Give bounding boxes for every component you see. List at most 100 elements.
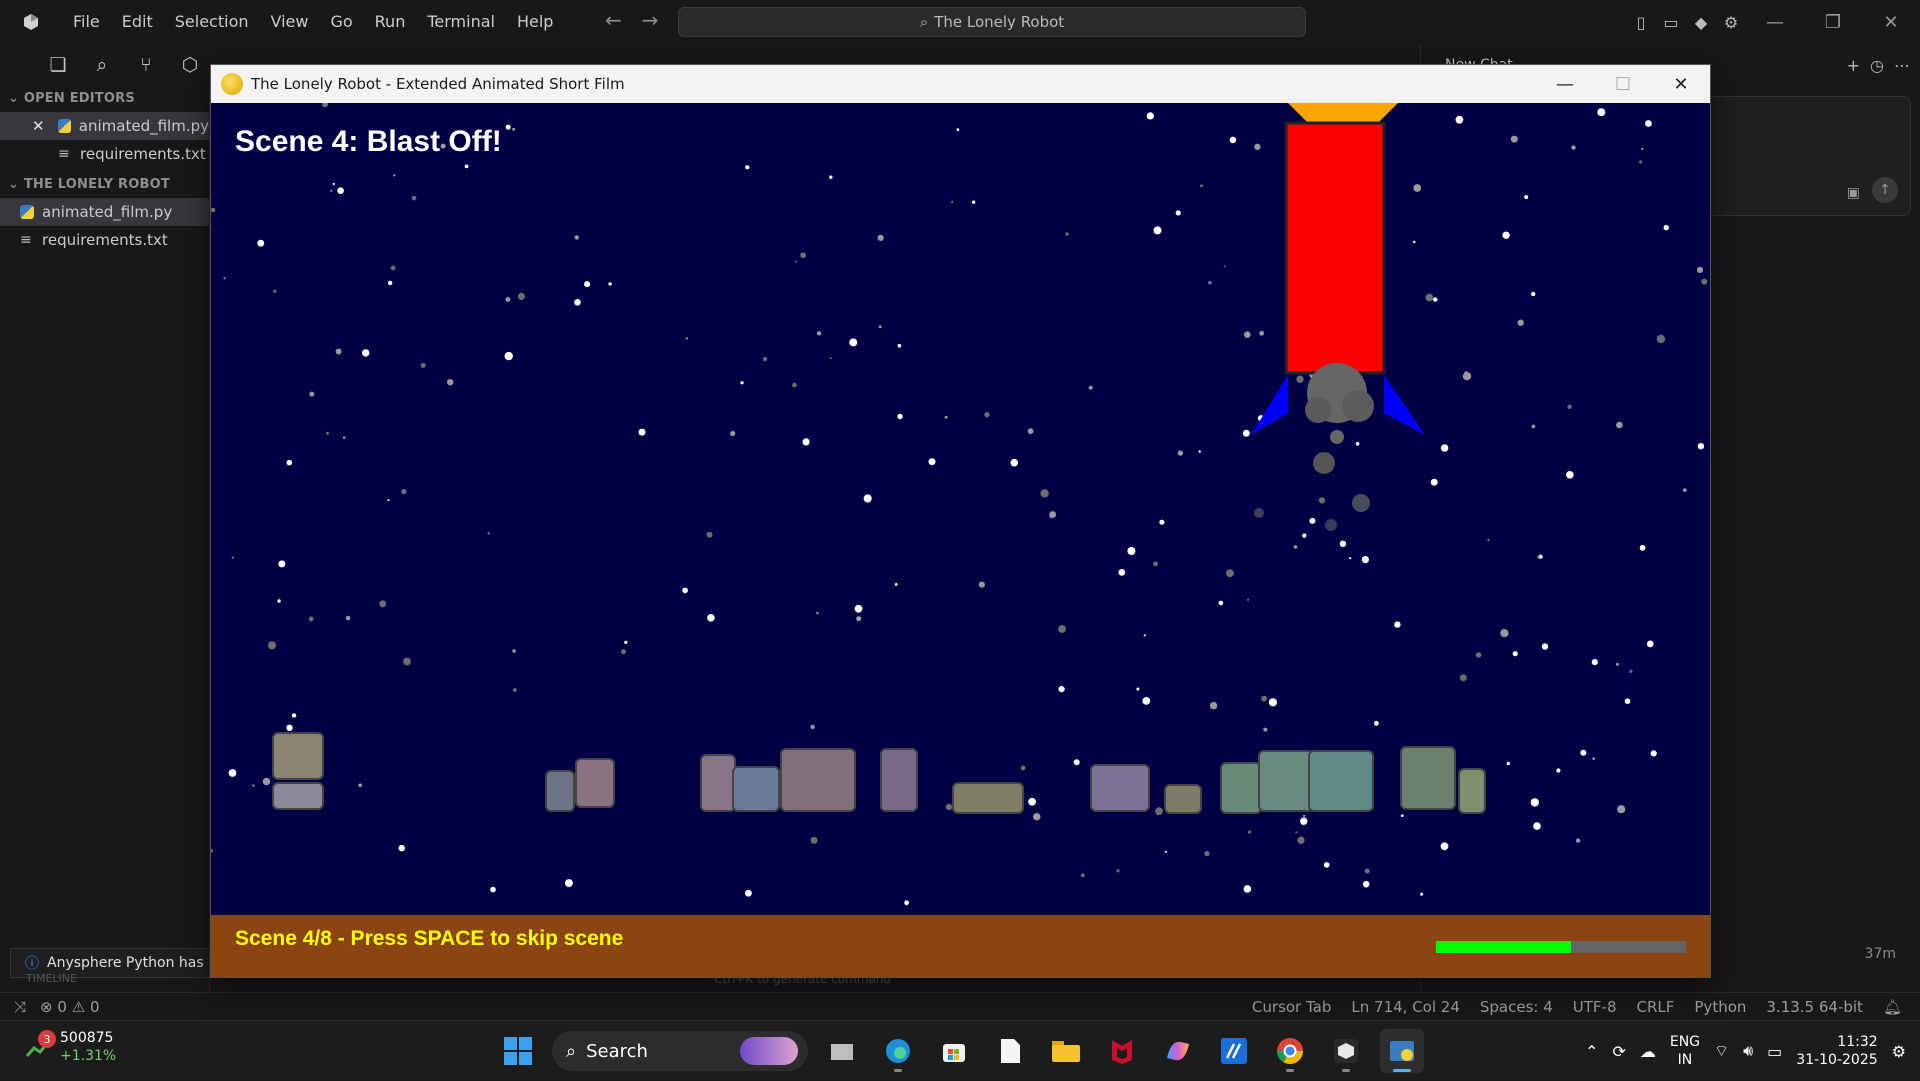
source-control-icon[interactable]: ⑂	[134, 53, 158, 77]
stock-trend-icon: 3	[25, 1030, 56, 1058]
file-tree-item[interactable]: animated_film.py	[0, 198, 209, 226]
edge-icon[interactable]	[876, 1029, 920, 1073]
star	[877, 234, 884, 241]
ide-minimize-icon[interactable]: —	[1746, 0, 1804, 44]
extensions-icon[interactable]: ⬡	[178, 53, 202, 77]
stock-widget[interactable]: 3 500875 +1.31%	[25, 1029, 116, 1065]
cursor-logo-icon[interactable]	[0, 0, 62, 44]
close-icon[interactable]: ✕	[1652, 65, 1710, 103]
volume-icon[interactable]: 🔊︎	[1743, 1041, 1753, 1061]
star	[252, 784, 255, 787]
chrome-icon[interactable]	[1268, 1029, 1312, 1073]
mcafee-icon[interactable]	[1100, 1029, 1144, 1073]
image-attach-icon[interactable]: ▣	[1847, 185, 1860, 201]
menu-run[interactable]: Run	[364, 0, 417, 44]
agent-cube-icon[interactable]: ◆	[1686, 7, 1716, 37]
input-language[interactable]: ENG IN	[1670, 1033, 1700, 1069]
task-view-icon[interactable]	[820, 1029, 864, 1073]
send-arrow-icon[interactable]: ↑	[1872, 177, 1898, 203]
status-encoding[interactable]: UTF-8	[1573, 998, 1617, 1016]
tray-overflow-chevron-icon[interactable]: ⌃	[1585, 1042, 1598, 1061]
star	[1209, 701, 1218, 710]
maximize-icon[interactable]: ☐	[1594, 65, 1652, 103]
star	[1127, 547, 1136, 555]
info-icon: ⓘ	[25, 956, 39, 972]
chat-more-icon[interactable]: ⋯	[1894, 56, 1910, 75]
explorer-sidebar: ⌄ OPEN EDITORS ✕ animated_film.py ≡ requ…	[0, 86, 210, 1006]
star	[1524, 195, 1529, 200]
remote-icon[interactable]: ⤨	[14, 998, 26, 1016]
cursor-app-icon[interactable]	[1324, 1029, 1368, 1073]
copilot-icon[interactable]	[1156, 1029, 1200, 1073]
settings-gear-icon[interactable]: ⚙	[1716, 7, 1746, 37]
menu-file[interactable]: File	[62, 0, 111, 44]
open-editor-item[interactable]: ✕ animated_film.py	[0, 112, 209, 140]
star	[1641, 147, 1644, 151]
command-center[interactable]: ⌕ The Lonely Robot	[678, 7, 1306, 37]
explorer-icon[interactable]: ❏	[46, 53, 70, 77]
star	[1028, 797, 1036, 806]
star	[379, 600, 387, 608]
exhaust-puff	[1342, 390, 1374, 422]
onedrive-cloud-icon[interactable]: ☁	[1640, 1042, 1656, 1061]
store-icon[interactable]	[932, 1029, 976, 1073]
windows-start-icon[interactable]	[496, 1029, 540, 1073]
star	[944, 415, 948, 419]
star	[1510, 135, 1518, 143]
file-tree-filename: animated_film.py	[42, 203, 173, 221]
search-view-icon[interactable]: ⌕	[90, 53, 114, 77]
new-chat-plus-icon[interactable]: +	[1847, 56, 1860, 75]
notifications-bell-icon[interactable]: 🔔︎	[1883, 998, 1902, 1016]
file-explorer-icon[interactable]	[1044, 1029, 1088, 1073]
notification-center-icon[interactable]: ⚙	[1892, 1042, 1906, 1061]
star	[278, 560, 286, 568]
status-interpreter[interactable]: 3.13.5 64-bit	[1766, 998, 1863, 1016]
menu-edit[interactable]: Edit	[111, 0, 164, 44]
menu-terminal[interactable]: Terminal	[416, 0, 506, 44]
problems-indicator[interactable]: ⊗ 0 ⚠ 0	[40, 998, 99, 1016]
notepad-icon[interactable]	[988, 1029, 1032, 1073]
menu-view[interactable]: View	[260, 0, 320, 44]
star	[1425, 293, 1434, 302]
menu-help[interactable]: Help	[506, 0, 564, 44]
smoke-puff	[1330, 430, 1344, 444]
status-eol[interactable]: CRLF	[1637, 998, 1675, 1016]
timeline-section-title[interactable]: TIMELINE	[26, 972, 77, 985]
battery-icon[interactable]: ▭	[1767, 1042, 1782, 1061]
taskbar-search-box[interactable]: ⌕ Search	[552, 1031, 808, 1071]
star	[1556, 768, 1561, 773]
code-app-icon[interactable]	[1212, 1029, 1256, 1073]
star	[512, 649, 516, 653]
open-editors-section-title[interactable]: ⌄ OPEN EDITORS	[0, 86, 209, 112]
menu-go[interactable]: Go	[319, 0, 363, 44]
wifi-icon[interactable]: ⌔	[1714, 1041, 1729, 1061]
ide-restore-icon[interactable]: ❐	[1804, 0, 1862, 44]
clock[interactable]: 11:32 31-10-2025	[1796, 1033, 1877, 1069]
star	[1697, 443, 1705, 450]
menu-selection[interactable]: Selection	[164, 0, 260, 44]
minimize-icon[interactable]: —	[1536, 65, 1594, 103]
file-tree-item[interactable]: ≡ requirements.txt	[0, 226, 209, 254]
windows-taskbar: 3 500875 +1.31% ⌕ Search ⌃ ⟳ ☁ ENG IN ⌔ …	[0, 1020, 1920, 1080]
status-language[interactable]: Python	[1694, 998, 1746, 1016]
forward-arrow-icon[interactable]: →	[642, 8, 659, 32]
system-tray: ⌃ ⟳ ☁ ENG IN ⌔ 🔊︎ ▭ 11:32 31-10-2025 ⚙	[1585, 1021, 1920, 1081]
chat-history-icon[interactable]: ◷	[1870, 56, 1884, 75]
back-arrow-icon[interactable]: ←	[605, 8, 622, 32]
game-window-controls: — ☐ ✕	[1536, 65, 1710, 103]
scene-skip-hint: Scene 4/8 - Press SPACE to skip scene	[235, 927, 624, 950]
status-cursor-tab[interactable]: Cursor Tab	[1252, 998, 1331, 1016]
search-icon: ⌕	[919, 13, 929, 31]
project-section-title[interactable]: ⌄ THE LONELY ROBOT	[0, 172, 209, 198]
status-indentation[interactable]: Spaces: 4	[1480, 998, 1553, 1016]
sync-icon[interactable]: ⟳	[1612, 1042, 1625, 1061]
ide-close-icon[interactable]: ✕	[1862, 0, 1920, 44]
star	[337, 187, 344, 194]
python-app-icon[interactable]	[1380, 1029, 1424, 1073]
close-editor-icon[interactable]: ✕	[32, 112, 45, 140]
status-cursor-position[interactable]: Ln 714, Col 24	[1351, 998, 1459, 1016]
star	[574, 299, 581, 306]
toggle-sidebar-icon[interactable]: ▯	[1626, 7, 1656, 37]
open-editor-item[interactable]: ≡ requirements.txt	[0, 140, 209, 168]
toggle-panel-icon[interactable]: ▭	[1656, 7, 1686, 37]
